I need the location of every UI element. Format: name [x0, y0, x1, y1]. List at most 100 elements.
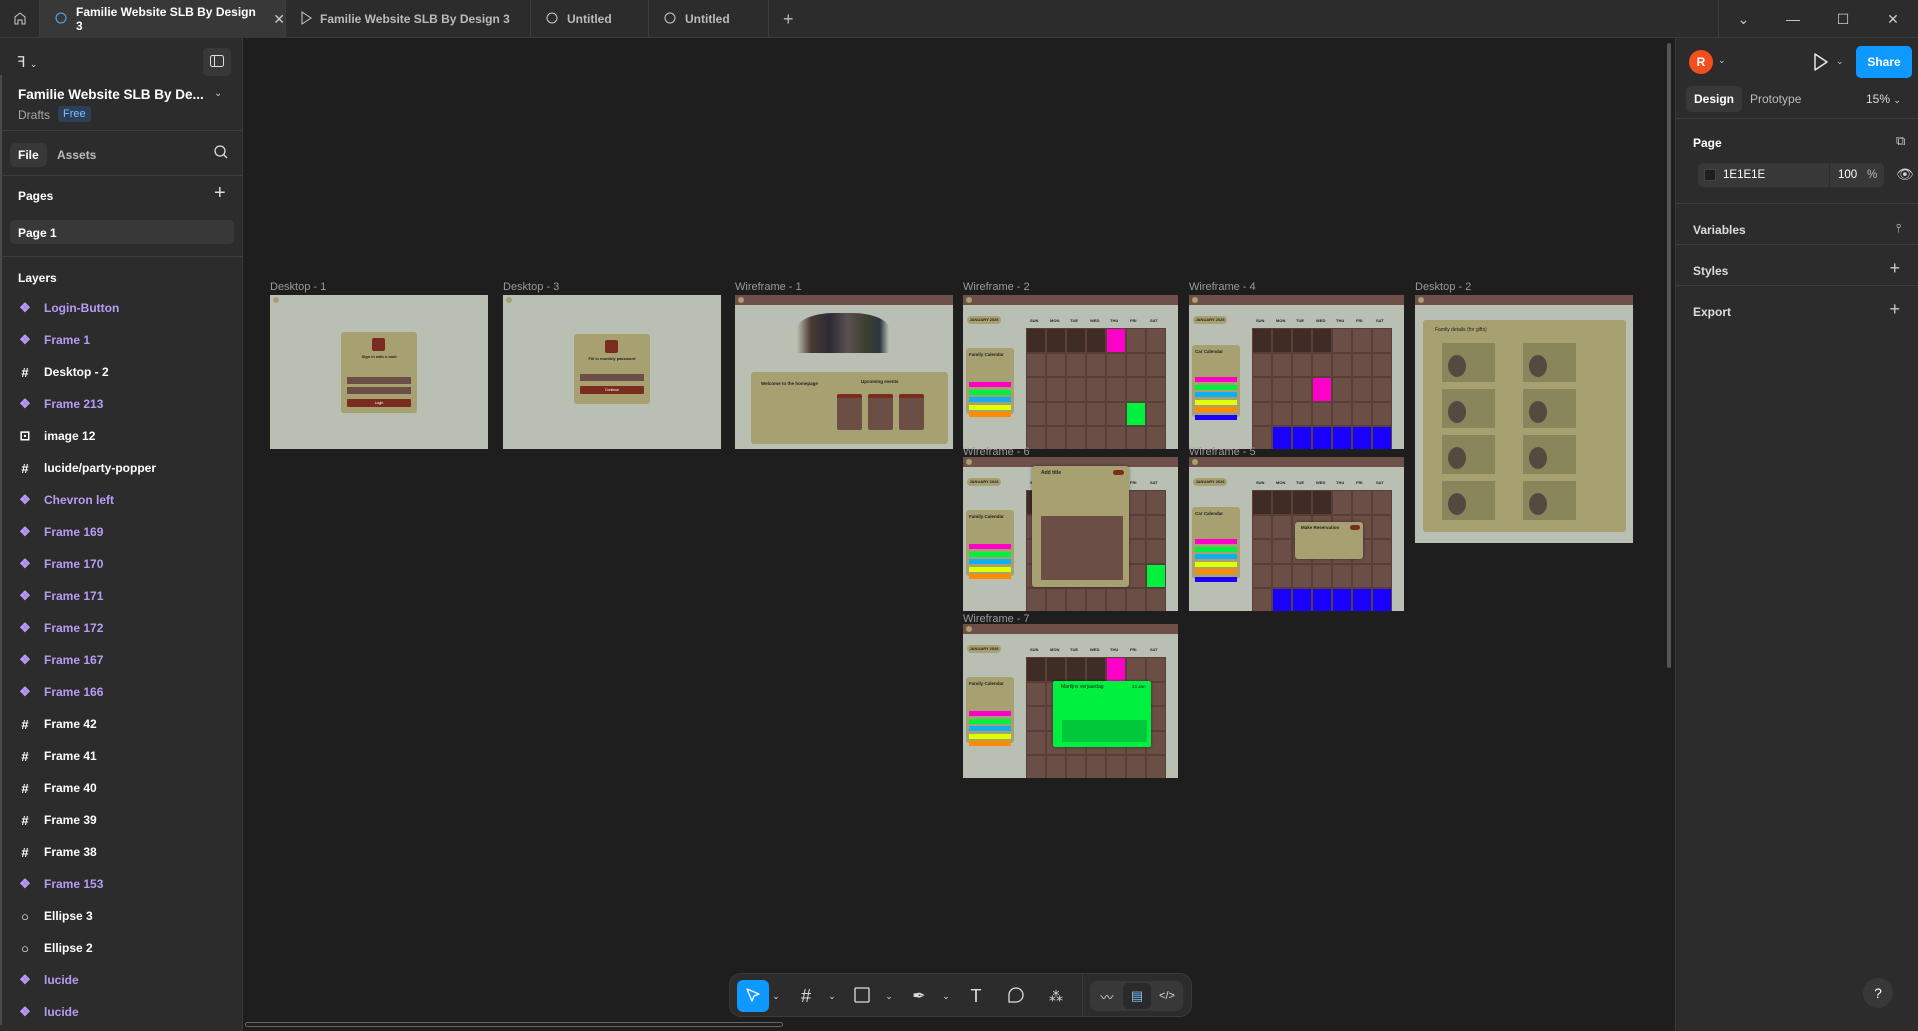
frame-desktop2[interactable]: Family details (for gifts): [1415, 295, 1633, 543]
calendar-day-cell: [1106, 755, 1126, 778]
person-card: [1523, 481, 1576, 520]
page-item[interactable]: Page 1: [10, 220, 234, 244]
layer-item[interactable]: # Frame 39: [18, 804, 96, 836]
avatar-chevron-icon[interactable]: ⌄: [1718, 55, 1726, 66]
search-button[interactable]: [214, 145, 228, 162]
variables-section[interactable]: Variables: [1693, 223, 1746, 237]
file-name[interactable]: Familie Website SLB By De...: [18, 87, 204, 102]
present-chevron-icon[interactable]: ⌄: [1836, 56, 1844, 67]
frame-tool-button[interactable]: #: [792, 980, 820, 1012]
maximize-button[interactable]: ☐: [1818, 0, 1868, 38]
tab-prototype[interactable]: Prototype: [1750, 92, 1801, 106]
close-window-button[interactable]: ✕: [1868, 0, 1918, 38]
frame-wireframe6[interactable]: JANUARY 2026SUNMONTUEWEDTHUFRISATFamily …: [963, 457, 1178, 611]
pen-tool-button[interactable]: ✒: [905, 980, 933, 1012]
present-button[interactable]: [1813, 52, 1829, 75]
layer-item[interactable]: ❖ Frame 166: [18, 676, 103, 708]
layer-item[interactable]: ○ Ellipse 3: [18, 900, 93, 932]
layer-item[interactable]: ❖ Frame 171: [18, 580, 103, 612]
layer-name: Frame 172: [44, 621, 104, 635]
tab-untitled-2[interactable]: Untitled: [649, 0, 769, 38]
file-location[interactable]: Drafts: [18, 108, 50, 122]
draw-mode-button[interactable]: 〰: [1094, 983, 1120, 1009]
layer-item[interactable]: # lucide/party-popper: [18, 452, 156, 484]
frame-desktop1[interactable]: Sign in with e-mail Login: [270, 295, 488, 449]
home-button[interactable]: [0, 0, 40, 38]
day-header: SUN: [1256, 318, 1265, 323]
close-tab-icon[interactable]: ✕: [273, 11, 285, 28]
frame-tool-chevron-icon[interactable]: ⌄: [826, 980, 838, 1012]
tab-untitled-1[interactable]: Untitled: [531, 0, 649, 38]
layer-item[interactable]: ○ Ellipse 2: [18, 932, 93, 964]
layer-item[interactable]: # Desktop - 2: [18, 356, 108, 388]
pen-tool-chevron-icon[interactable]: ⌄: [940, 980, 952, 1012]
layer-item[interactable]: ❖ lucide: [18, 964, 79, 996]
left-scrollbar[interactable]: [0, 75, 2, 1025]
variables-adjust-icon[interactable]: ⫯: [1896, 221, 1901, 236]
help-button[interactable]: ?: [1863, 978, 1893, 1008]
minimize-button[interactable]: —: [1768, 0, 1818, 38]
frame-wireframe7[interactable]: JANUARY 2026 SUN MON TUE WED THU FRI SAT Family …: [963, 624, 1178, 778]
page-settings-icon[interactable]: ⧉: [1896, 133, 1905, 149]
actions-button[interactable]: ⁂: [1042, 980, 1070, 1012]
layer-item[interactable]: ❖ Frame 213: [18, 388, 103, 420]
tab-file[interactable]: File: [10, 143, 47, 167]
layer-item[interactable]: ❖ Frame 1: [18, 324, 90, 356]
shape-tool-button[interactable]: [848, 980, 876, 1012]
user-avatar[interactable]: R: [1689, 50, 1713, 74]
share-button[interactable]: Share: [1856, 46, 1912, 78]
frame-wireframe1[interactable]: Welcome to the homepage Upcoming events: [735, 295, 953, 449]
file-menu-chevron[interactable]: ⌄: [214, 88, 222, 99]
frame-desktop3[interactable]: Fill in monthly password Continue: [503, 295, 721, 449]
toggle-sidebar-button[interactable]: [203, 48, 231, 76]
play-icon: [1813, 53, 1829, 75]
frame-wireframe5[interactable]: JANUARY 2026 SUN MON TUE WED THU FRI SAT Car Cal…: [1189, 457, 1404, 611]
layer-item[interactable]: ❖ Login-Button: [18, 292, 119, 324]
move-tool-button[interactable]: [737, 980, 769, 1012]
design-mode-button[interactable]: ▤: [1123, 983, 1151, 1009]
day-header: TUE: [1296, 480, 1304, 485]
shape-tool-chevron-icon[interactable]: ⌄: [883, 980, 895, 1012]
canvas-horizontal-scrollbar[interactable]: [245, 1022, 783, 1027]
dev-mode-button[interactable]: </>: [1154, 983, 1180, 1009]
zoom-dropdown[interactable]: 15% ⌄: [1866, 92, 1901, 106]
comment-tool-button[interactable]: [1002, 980, 1030, 1012]
lock-icon: [605, 340, 618, 353]
layer-item[interactable]: ❖ lucide: [18, 996, 79, 1028]
calendar-day-cell: [1292, 490, 1312, 515]
tab-prototype[interactable]: Familie Website SLB By Design 3: [286, 0, 531, 38]
add-style-icon[interactable]: +: [1889, 258, 1900, 279]
layer-item[interactable]: ❖ Frame 172: [18, 612, 103, 644]
move-tool-chevron-icon[interactable]: ⌄: [770, 980, 782, 1012]
layer-item[interactable]: # Frame 41: [18, 740, 96, 772]
layer-item[interactable]: ❖ Frame 169: [18, 516, 103, 548]
layer-item[interactable]: ⊡ image 12: [18, 420, 96, 452]
opacity-input[interactable]: 100: [1838, 169, 1857, 181]
layer-item[interactable]: # Frame 40: [18, 772, 96, 804]
visibility-eye-icon[interactable]: 👁: [1896, 166, 1914, 183]
frame-wireframe2[interactable]: JANUARY 2026 SUN MON TUE WED THU FRI SAT Family …: [963, 295, 1178, 449]
new-tab-button[interactable]: +: [769, 0, 805, 38]
tab-design[interactable]: Design: [1686, 86, 1743, 112]
calendar-day-cell: [1046, 377, 1066, 402]
tab-assets[interactable]: Assets: [57, 148, 96, 162]
layer-item[interactable]: ❖ Chevron left: [18, 484, 114, 516]
logo-icon: [1418, 297, 1424, 303]
layer-item[interactable]: # Frame 38: [18, 836, 96, 868]
add-page-button[interactable]: +: [214, 182, 226, 205]
frame-wireframe4[interactable]: JANUARY 2026 SUN MON TUE WED THU FRI SAT Car Cal…: [1189, 295, 1404, 449]
canvas-vertical-scrollbar[interactable]: [1667, 43, 1671, 668]
layer-item[interactable]: ❖ Frame 170: [18, 548, 103, 580]
page-color-field[interactable]: 1E1E1E 100 %: [1698, 163, 1884, 187]
layer-item[interactable]: ❖ Frame 167: [18, 644, 103, 676]
color-hex-input[interactable]: 1E1E1E: [1723, 169, 1765, 181]
color-swatch[interactable]: [1704, 169, 1716, 181]
layer-item[interactable]: ❖ Frame 153: [18, 868, 103, 900]
text-tool-button[interactable]: T: [962, 980, 990, 1012]
add-export-icon[interactable]: +: [1889, 299, 1900, 320]
tab-file-1[interactable]: Familie Website SLB By Design 3 ✕: [40, 0, 286, 38]
layer-item[interactable]: # Frame 42: [18, 708, 96, 740]
tab-list-chevron[interactable]: ⌄: [1718, 0, 1768, 38]
main-menu-button[interactable]: ꟻ ⌄: [17, 53, 37, 71]
save-button: [1350, 525, 1360, 530]
